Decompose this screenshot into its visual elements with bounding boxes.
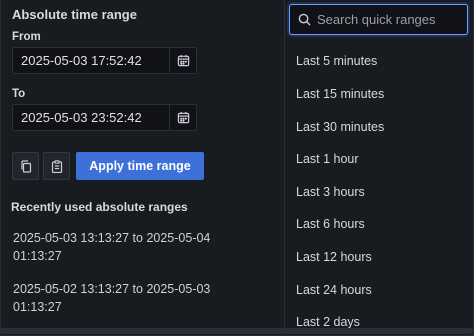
clipboard-icon <box>51 159 62 173</box>
from-calendar-button[interactable] <box>170 47 197 74</box>
quick-ranges-section: Last 5 minutes Last 15 minutes Last 30 m… <box>284 0 474 336</box>
paste-range-button[interactable] <box>43 152 70 180</box>
scrollbar-thumb[interactable] <box>0 328 473 334</box>
quick-range-item[interactable]: Last 1 hour <box>296 152 359 166</box>
quick-range-item[interactable]: Last 15 minutes <box>296 87 384 101</box>
recent-range-line: 01:13:27 <box>13 249 62 263</box>
absolute-range-section: Absolute time range From 2025-05-03 17:5… <box>1 0 283 336</box>
search-input[interactable] <box>317 12 462 27</box>
quick-range-item[interactable]: Last 24 hours <box>296 283 372 297</box>
from-input-group: 2025-05-03 17:52:42 <box>12 47 197 74</box>
calendar-icon <box>177 54 189 67</box>
to-input[interactable]: 2025-05-03 23:52:42 <box>12 104 170 131</box>
quick-range-item[interactable]: Last 30 minutes <box>296 120 384 134</box>
copy-icon <box>20 159 31 173</box>
time-picker-panel: Absolute time range From 2025-05-03 17:5… <box>0 0 474 336</box>
calendar-icon <box>177 111 189 124</box>
quick-range-item[interactable]: Last 3 hours <box>296 185 365 199</box>
recent-range-line: 01:13:27 <box>13 300 62 314</box>
quick-range-search[interactable] <box>289 4 468 35</box>
from-input[interactable]: 2025-05-03 17:52:42 <box>12 47 170 74</box>
apply-time-range-button[interactable]: Apply time range <box>76 152 204 180</box>
recent-range-line: 2025-05-02 13:13:27 to 2025-05-03 <box>13 282 211 296</box>
range-actions: Apply time range <box>12 152 204 180</box>
to-input-group: 2025-05-03 23:52:42 <box>12 104 197 131</box>
recent-range-item[interactable]: 2025-05-03 13:13:27 to 2025-05-04 01:13:… <box>13 229 263 265</box>
from-label: From <box>12 31 41 43</box>
quick-range-item[interactable]: Last 12 hours <box>296 250 372 264</box>
absolute-range-title: Absolute time range <box>12 7 137 22</box>
quick-range-item[interactable]: Last 5 minutes <box>296 54 377 68</box>
quick-range-item[interactable]: Last 6 hours <box>296 217 365 231</box>
to-label: To <box>12 88 26 100</box>
recent-range-item[interactable]: 2025-05-02 13:13:27 to 2025-05-03 01:13:… <box>13 280 263 316</box>
recent-range-line: 2025-05-03 13:13:27 to 2025-05-04 <box>13 231 211 245</box>
horizontal-scrollbar[interactable] <box>0 327 473 335</box>
copy-range-button[interactable] <box>12 152 39 180</box>
search-icon <box>298 13 311 26</box>
to-calendar-button[interactable] <box>170 104 197 131</box>
recent-ranges-title: Recently used absolute ranges <box>11 200 188 214</box>
